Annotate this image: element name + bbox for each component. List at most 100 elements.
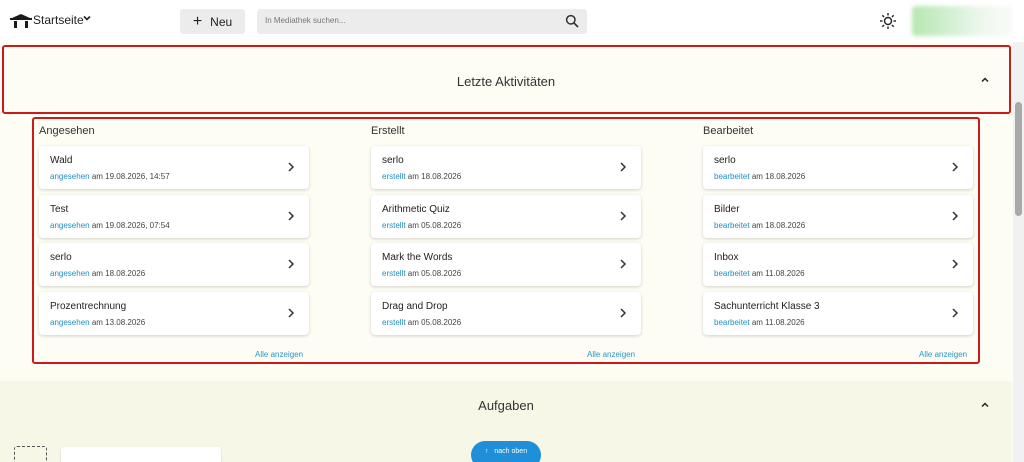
collapse-chevron-up-icon[interactable] [979,399,991,411]
card-title: Test [50,203,69,215]
search-input[interactable]: In Mediathek suchen... [257,9,587,34]
chevron-right-icon [952,162,959,172]
card-subtitle: bearbeitet am 18.08.2026 [714,221,805,230]
tasks-title[interactable]: Aufgaben [0,398,1012,413]
card-date: am 11.08.2026 [749,269,805,278]
column-title: Bearbeitet [703,125,754,137]
card-verb: angesehen [50,269,90,278]
activity-card[interactable]: Test angesehen am 19.08.2026, 07:54 [39,194,309,238]
chevron-right-icon [288,259,295,269]
card-date: am 05.08.2026 [405,269,462,278]
activity-card[interactable]: Drag and Drop erstellt am 05.08.2026 [371,291,641,335]
card-verb: bearbeitet [714,317,750,327]
top-bar: Startseite + Neu In Mediathek suchen... [0,0,1024,42]
card-subtitle: erstellt am 05.08.2026 [382,269,461,278]
chevron-right-icon [620,307,627,318]
chevron-right-icon [288,162,295,172]
chevron-right-icon [952,307,959,318]
card-subtitle: angesehen am 18.08.2026 [50,269,145,278]
chevron-right-icon [620,210,627,221]
card-subtitle: erstellt am 18.08.2026 [382,172,461,181]
activity-card[interactable]: Prozentrechnung angesehen am 13.08.2026 [39,291,309,335]
back-to-top-label: nach oben [494,448,528,455]
card-verb: angesehen [50,172,90,181]
show-all-edited-link[interactable]: Alle anzeigen [919,350,967,359]
activity-card[interactable]: Sachunterricht Klasse 3 bearbeitet am 11… [703,291,973,335]
column-created: Erstellt serlo erstellt am 18.08.2026 Ar… [371,124,643,340]
card-title: Mark the Words [382,252,453,263]
collapse-chevron-up-icon[interactable] [979,74,991,86]
card-title: Sachunterricht Klasse 3 [714,300,820,312]
arrow-up-icon: ↑ [484,448,489,455]
activity-card[interactable]: Inbox bearbeitet am 11.08.2026 [703,243,973,286]
recent-activities-title: Letzte Aktivitäten [456,74,556,89]
activity-card[interactable]: Bilder bearbeitet am 18.08.2026 [703,194,973,238]
column-title: Angesehen [39,125,95,137]
plus-icon: + [192,12,203,30]
card-date: am 05.08.2026 [405,220,462,230]
card-subtitle: bearbeitet am 11.08.2026 [714,269,805,278]
activity-card[interactable]: serlo bearbeitet am 18.08.2026 [703,146,973,189]
show-all-created-link[interactable]: Alle anzeigen [587,350,635,359]
show-all-viewed-link[interactable]: Alle anzeigen [255,350,303,359]
card-date: am 19.08.2026, 14:57 [89,172,170,181]
user-avatar[interactable] [912,6,1012,36]
chevron-right-icon [620,259,627,269]
activity-card[interactable]: Arithmetic Quiz erstellt am 05.08.2026 [371,194,641,238]
card-verb: erstellt [382,269,406,278]
card-title: Prozentrechnung [50,300,127,312]
card-verb: bearbeitet [714,220,750,230]
card-title: serlo [714,155,736,166]
card-date: am 11.08.2026 [749,317,805,327]
card-subtitle: erstellt am 05.08.2026 [382,221,461,230]
chevron-right-icon [952,210,959,221]
card-title: Wald [50,155,73,166]
card-title: serlo [382,155,404,166]
chevron-down-icon[interactable] [82,13,92,23]
card-subtitle: angesehen am 19.08.2026, 14:57 [50,172,170,181]
card-subtitle: bearbeitet am 18.08.2026 [714,172,805,181]
back-to-top-button[interactable]: ↑ nach oben [471,441,541,462]
card-date: am 18.08.2026 [405,172,462,181]
card-title: Inbox [714,252,739,263]
search-placeholder: In Mediathek suchen... [265,16,346,25]
chevron-right-icon [620,162,627,172]
card-date: am 19.08.2026, 07:54 [89,220,170,230]
card-subtitle: angesehen am 13.08.2026 [50,318,145,327]
card-verb: bearbeitet [714,269,750,278]
card-date: am 18.08.2026 [749,172,806,181]
activity-card[interactable]: serlo angesehen am 18.08.2026 [39,243,309,286]
card-verb: angesehen [50,317,90,327]
activity-card[interactable]: Wald angesehen am 19.08.2026, 14:57 [39,146,309,189]
card-subtitle: erstellt am 05.08.2026 [382,318,461,327]
card-date: am 18.08.2026 [89,269,146,278]
card-subtitle: bearbeitet am 11.08.2026 [714,318,805,327]
new-button[interactable]: + Neu [180,9,245,34]
home-logo-icon[interactable] [10,13,32,29]
column-viewed: Angesehen Wald angesehen am 19.08.2026, … [39,124,311,340]
card-title: Arithmetic Quiz [382,203,450,215]
activity-card[interactable]: Mark the Words erstellt am 05.08.2026 [371,243,641,286]
card-title: Bilder [714,203,740,215]
home-menu-label[interactable]: Startseite [33,13,84,27]
card-date: am 18.08.2026 [749,220,806,230]
theme-toggle-sun-icon[interactable] [878,11,898,31]
column-edited: Bearbeitet serlo bearbeitet am 18.08.202… [703,124,975,340]
column-title: Erstellt [371,125,405,137]
card-verb: erstellt [382,220,406,230]
card-title: Drag and Drop [382,300,448,312]
card-title: serlo [50,252,72,263]
chevron-right-icon [288,307,295,318]
card-date: am 13.08.2026 [89,317,146,327]
chevron-right-icon [952,259,959,269]
task-card[interactable] [61,447,221,462]
card-verb: angesehen [50,220,90,230]
add-task-placeholder[interactable] [14,446,47,462]
card-date: am 05.08.2026 [405,317,462,327]
card-verb: erstellt [382,172,406,181]
activity-card[interactable]: serlo erstellt am 18.08.2026 [371,146,641,189]
search-icon[interactable] [565,14,579,28]
card-subtitle: angesehen am 19.08.2026, 07:54 [50,221,170,230]
new-button-label: Neu [210,14,233,29]
scrollbar-thumb[interactable] [1015,102,1022,216]
